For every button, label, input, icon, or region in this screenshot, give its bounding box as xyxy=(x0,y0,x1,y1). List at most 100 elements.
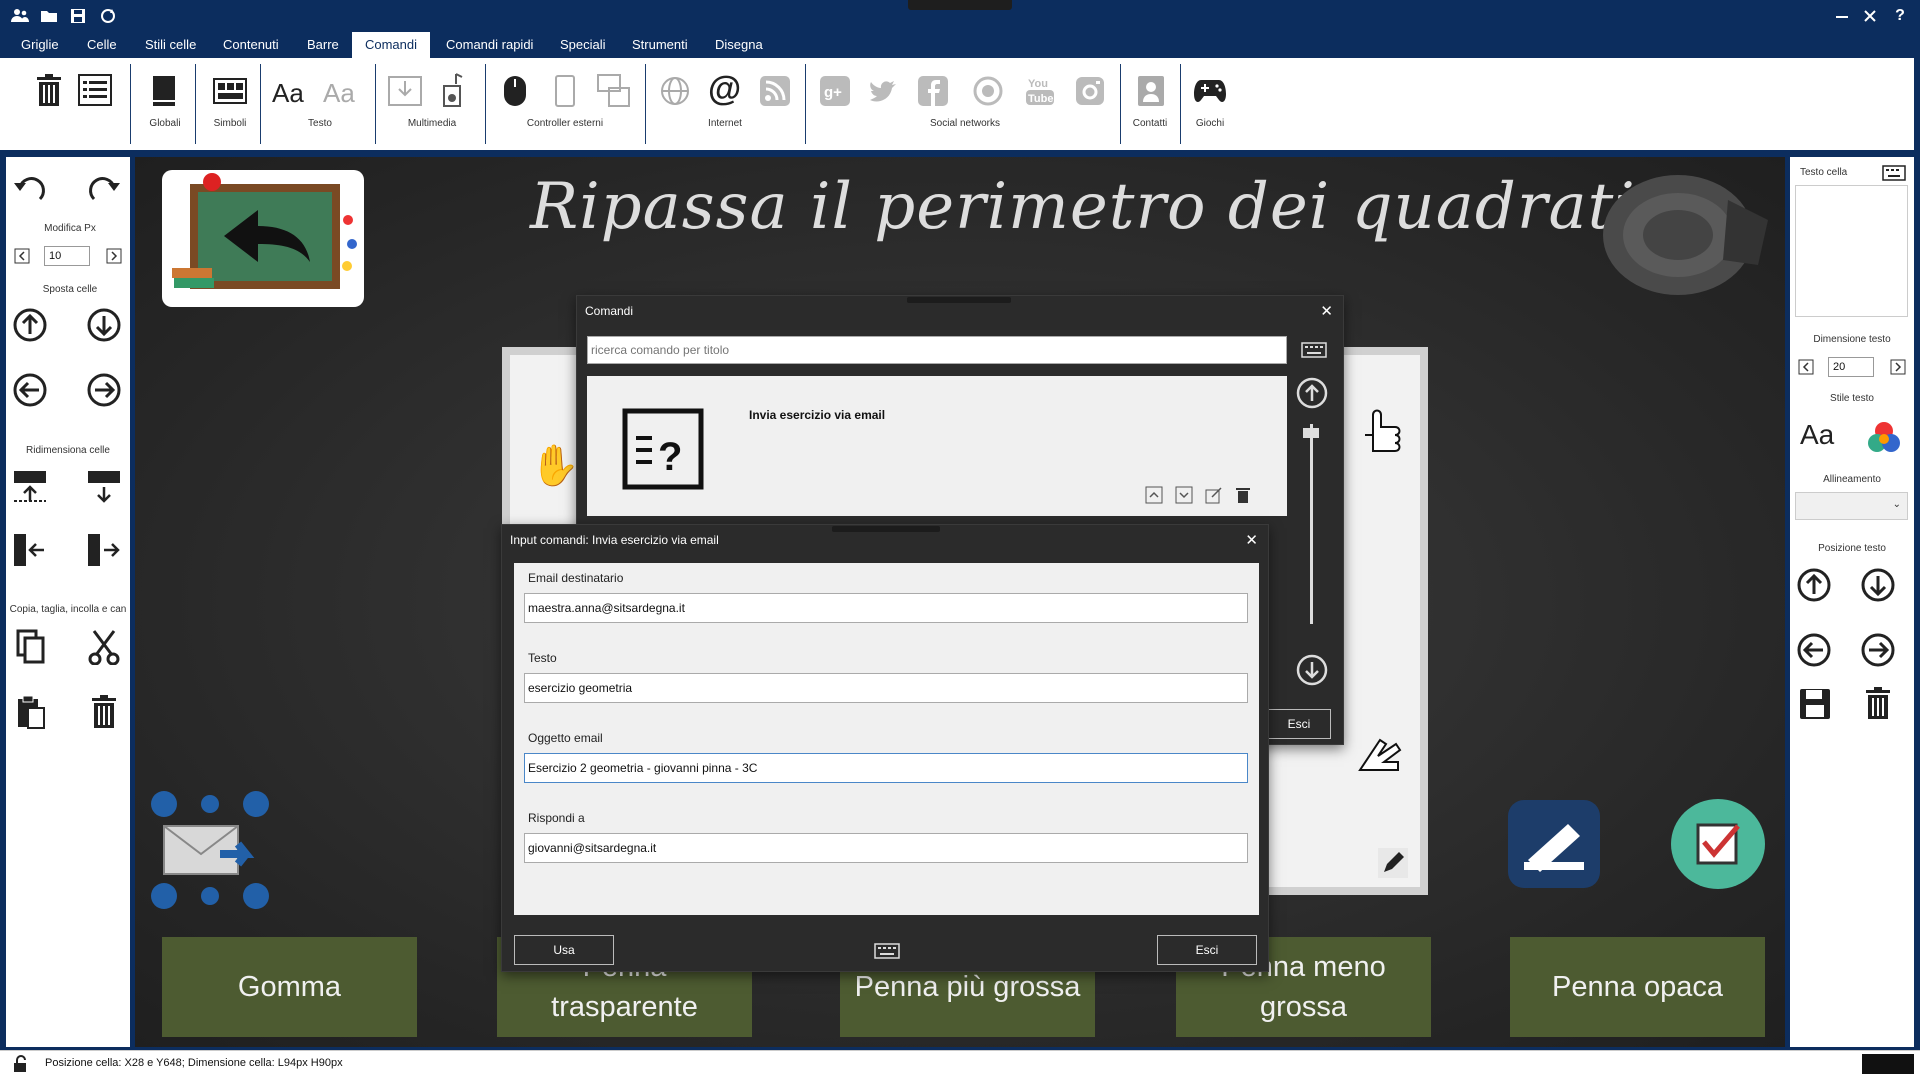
color-palette-icon[interactable] xyxy=(1866,419,1902,455)
window-drag-handle[interactable] xyxy=(908,0,1012,10)
text-keyboard-icon[interactable] xyxy=(1882,165,1906,181)
tablet-icon[interactable] xyxy=(554,74,576,108)
input-dialog-grip[interactable] xyxy=(832,526,940,532)
tab-contenuti[interactable]: Contenuti xyxy=(213,32,289,58)
simboli-icon[interactable] xyxy=(213,78,247,104)
move-up-icon[interactable] xyxy=(12,307,48,343)
globe-icon[interactable] xyxy=(660,76,690,106)
comandi-close-icon[interactable]: ✕ xyxy=(1320,302,1333,320)
lock-icon[interactable] xyxy=(12,1055,30,1073)
whatsapp-icon[interactable] xyxy=(973,76,1003,106)
move-right-icon[interactable] xyxy=(86,372,122,408)
open-folder-icon[interactable] xyxy=(39,6,59,26)
screen-control-icon[interactable] xyxy=(597,74,631,108)
multimedia-import-icon[interactable] xyxy=(388,76,422,106)
contatti-icon[interactable] xyxy=(1136,74,1166,108)
scroll-down-icon[interactable] xyxy=(1295,653,1329,687)
globali-icon[interactable] xyxy=(152,76,176,106)
tab-barre[interactable]: Barre xyxy=(297,32,349,58)
scroll-track[interactable] xyxy=(1310,424,1313,624)
rispondi-a-field[interactable]: giovanni@sitsardegna.it xyxy=(524,833,1248,863)
close-window-icon[interactable] xyxy=(1860,6,1880,26)
move-left-icon[interactable] xyxy=(12,372,48,408)
oggetto-email-field[interactable]: Esercizio 2 geometria - giovanni pinna -… xyxy=(524,753,1248,783)
back-button-cell[interactable] xyxy=(162,170,364,307)
resize-height-down-icon[interactable] xyxy=(86,469,122,505)
usa-button[interactable]: Usa xyxy=(514,935,614,965)
testo-cella-textarea[interactable] xyxy=(1795,185,1908,317)
delete-item-icon[interactable] xyxy=(1235,486,1251,504)
paste-icon[interactable] xyxy=(16,694,46,730)
tab-comandi[interactable]: Comandi xyxy=(352,32,430,58)
testo-field[interactable]: esercizio geometria xyxy=(524,673,1248,703)
minimize-icon[interactable] xyxy=(1832,6,1852,26)
send-email-icon[interactable] xyxy=(150,790,270,910)
delete-text-icon[interactable] xyxy=(1864,687,1892,721)
increase-size-icon[interactable] xyxy=(1890,359,1906,375)
delete-cell-icon[interactable] xyxy=(90,694,118,730)
input-esci-button[interactable]: Esci xyxy=(1157,935,1257,965)
scroll-up-icon[interactable] xyxy=(1295,376,1329,410)
instagram-icon[interactable] xyxy=(1075,76,1105,106)
keyboard-icon[interactable] xyxy=(1301,342,1327,358)
cell-penna-opaca[interactable]: Penna opaca xyxy=(1510,937,1765,1037)
pencil-icon[interactable] xyxy=(1378,848,1408,878)
tab-stili-celle[interactable]: Stili celle xyxy=(135,32,206,58)
email-destinatario-field[interactable]: maestra.anna@sitsardegna.it xyxy=(524,593,1248,623)
list-icon[interactable] xyxy=(78,74,112,106)
refresh-icon[interactable] xyxy=(98,6,118,26)
resize-width-left-icon[interactable] xyxy=(12,532,48,568)
email-at-icon[interactable]: @ xyxy=(708,70,741,109)
resize-height-up-icon[interactable] xyxy=(12,469,48,505)
text-right-icon[interactable] xyxy=(1860,632,1896,668)
dimensione-input[interactable]: 20 xyxy=(1828,357,1874,377)
youtube-icon[interactable]: You Tube xyxy=(1025,74,1055,106)
command-search-input[interactable] xyxy=(587,336,1287,364)
decrease-px-icon[interactable] xyxy=(14,248,30,264)
copy-icon[interactable] xyxy=(16,629,46,665)
googleplus-icon[interactable]: g+ xyxy=(820,76,850,106)
tab-celle[interactable]: Celle xyxy=(77,32,127,58)
move-down-icon[interactable] xyxy=(86,307,122,343)
command-list-item[interactable]: ? Invia esercizio via email xyxy=(587,376,1287,516)
tab-comandi-rapidi[interactable]: Comandi rapidi xyxy=(436,32,543,58)
text-down-icon[interactable] xyxy=(1860,567,1896,603)
rss-icon[interactable] xyxy=(760,76,790,106)
allineamento-select[interactable]: ⌄ xyxy=(1795,492,1908,520)
testo-font-icon[interactable]: Aa xyxy=(272,78,304,109)
multimedia-audio-icon[interactable] xyxy=(442,72,466,108)
help-icon[interactable]: ? xyxy=(1890,6,1910,26)
save-icon[interactable] xyxy=(68,6,88,26)
cell-gomma[interactable]: Gomma xyxy=(162,937,417,1037)
text-up-icon[interactable] xyxy=(1796,567,1832,603)
gamepad-icon[interactable] xyxy=(1193,78,1227,104)
testo-style-icon[interactable]: Aa xyxy=(323,78,355,109)
tab-strumenti[interactable]: Strumenti xyxy=(622,32,698,58)
decrease-size-icon[interactable] xyxy=(1798,359,1814,375)
modifica-px-input[interactable]: 10 xyxy=(44,246,90,266)
comandi-dialog-grip[interactable] xyxy=(907,297,1011,303)
twitter-icon[interactable] xyxy=(868,76,900,106)
users-icon[interactable] xyxy=(10,6,30,26)
cut-icon[interactable] xyxy=(88,629,120,665)
scroll-thumb[interactable] xyxy=(1303,428,1319,438)
redo-icon[interactable] xyxy=(86,169,122,205)
undo-icon[interactable] xyxy=(12,169,48,205)
resize-width-right-icon[interactable] xyxy=(86,532,122,568)
edit-item-icon[interactable] xyxy=(1205,486,1223,504)
comandi-esci-button[interactable]: Esci xyxy=(1267,709,1331,739)
tab-griglie[interactable]: Griglie xyxy=(11,32,69,58)
check-done-icon[interactable] xyxy=(1670,798,1766,890)
text-style-icon[interactable]: Aa xyxy=(1800,419,1834,451)
move-down-item-icon[interactable] xyxy=(1175,486,1193,504)
tab-disegna[interactable]: Disegna xyxy=(705,32,773,58)
input-dialog-close-icon[interactable]: ✕ xyxy=(1245,531,1258,549)
scanner-icon[interactable] xyxy=(1508,800,1600,888)
move-up-item-icon[interactable] xyxy=(1145,486,1163,504)
save-text-icon[interactable] xyxy=(1798,687,1832,721)
mouse-icon[interactable] xyxy=(502,74,528,108)
input-keyboard-icon[interactable] xyxy=(874,943,900,959)
increase-px-icon[interactable] xyxy=(106,248,122,264)
tab-speciali[interactable]: Speciali xyxy=(550,32,616,58)
text-left-icon[interactable] xyxy=(1796,632,1832,668)
